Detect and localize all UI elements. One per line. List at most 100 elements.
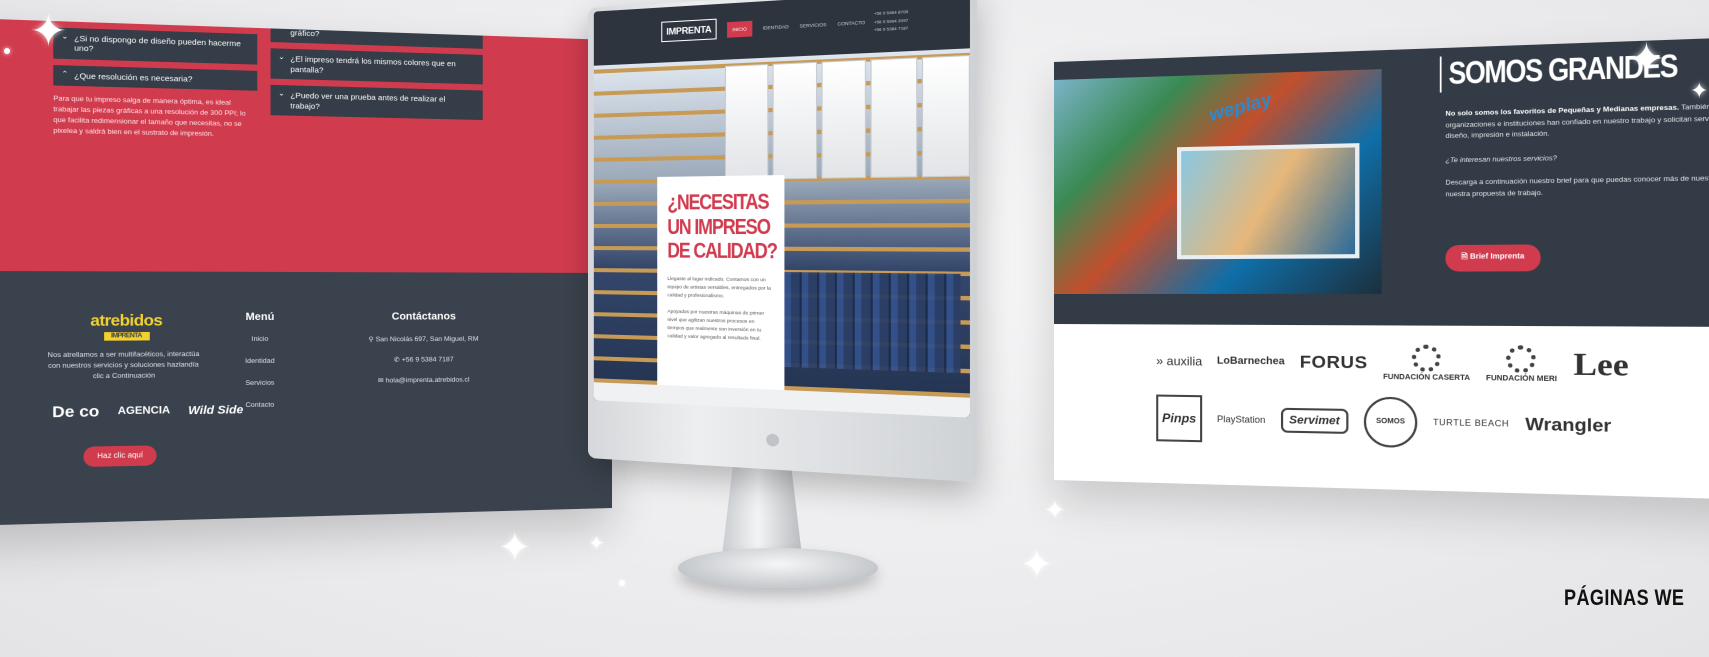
sparkle-icon: ✦ <box>588 534 605 554</box>
menu-title: Menú <box>245 312 275 324</box>
faq-column-right: gráfico? ⌄ ¿El impreso tendrá los mismos… <box>271 35 483 126</box>
partner-logo-deco: De co <box>52 405 99 421</box>
nav-link-identidad[interactable]: IDENTIDAD <box>763 24 789 31</box>
email-text: hola@imprenta.atrebidos.cl <box>386 376 470 384</box>
monitor-stand-base <box>678 548 878 588</box>
location-icon: ⚲ <box>369 336 376 343</box>
nav-link-contacto[interactable]: CONTACTO <box>837 20 865 27</box>
sparkle-icon: ✦ <box>1628 38 1665 82</box>
left-website-panel: ⌄ ¿Si no dispongo de diseño pueden hacer… <box>0 18 612 527</box>
question-text: ¿Te interesan nuestros servicios? <box>1445 149 1709 167</box>
faq-item[interactable]: ⌄ ¿El impreso tendrá los mismos colores … <box>271 49 483 85</box>
screen-bezel: IMPRENTA INICIO IDENTIDAD SERVICIOS CONT… <box>594 0 970 418</box>
client-logo-text: FUNDACIÓN CASERTA <box>1383 374 1470 382</box>
nav-links: INICIO IDENTIDAD SERVICIOS CONTACTO <box>727 14 865 37</box>
partner-logo-wild-side: Wild Side <box>188 405 243 417</box>
client-logo-text: auxilia <box>1167 354 1203 369</box>
client-logo-pinps: Pinps <box>1156 394 1202 442</box>
chevron-up-icon: ⌃ <box>61 70 68 80</box>
menu-link-contacto[interactable]: Contacto <box>245 401 275 409</box>
logo-row-2: Pinps PlayStation Servimet SOMOS TURTLE … <box>1156 393 1709 455</box>
menu-link-identidad[interactable]: Identidad <box>245 358 275 366</box>
chevron-down-icon: ⌄ <box>278 54 284 63</box>
brief-download-button[interactable]: 🗎 Brief Imprenta <box>1445 244 1540 271</box>
brand-name: atrebidos <box>90 312 162 330</box>
faq-item-open[interactable]: ⌃ ¿Que resolución es necesaria? <box>53 65 257 91</box>
sparkle-icon: ✦ <box>30 10 67 54</box>
document-icon: 🗎 <box>1461 253 1470 260</box>
page-caption: PÁGINAS WE <box>1564 585 1684 611</box>
client-logo-servimet: Servimet <box>1280 407 1348 433</box>
menu-link-inicio[interactable]: Inicio <box>245 336 275 343</box>
sparkle-icon: ✦ <box>498 528 532 568</box>
client-logo-turtle-beach: TURTLE BEACH <box>1433 418 1509 429</box>
faq-question: ¿Si no dispongo de diseño pueden hacerme… <box>74 34 241 54</box>
store-photo: weplay <box>1054 69 1382 294</box>
nav-phones: +56 9 5464 8705 +56 9 5994 2097 +56 9 53… <box>874 8 908 35</box>
nav-link-inicio[interactable]: INICIO <box>727 21 752 38</box>
photo-screen-art <box>1177 143 1359 259</box>
client-logo-lobarnechea: LoBarnechea <box>1217 356 1285 368</box>
client-logo-text: FUNDACIÓN MERI <box>1486 375 1557 383</box>
hero-paragraph-2: Apoyados por nuestras máquinas de primer… <box>667 309 773 345</box>
address-text: San Nicolás 697, San Miguel, RM <box>376 336 479 344</box>
hero-card: ¿NECESITAS UN IMPRESO DE CALIDAD? Llegas… <box>657 175 784 418</box>
nav-phone[interactable]: +56 9 5384 7187 <box>874 24 908 34</box>
sparkle-dot <box>4 48 10 54</box>
contact-email[interactable]: ✉ hola@imprenta.atrebidos.cl <box>338 375 507 385</box>
sparkle-icon: ✦ <box>1020 545 1054 585</box>
partner-logos: De co AGENCIA Wild Side <box>52 403 243 421</box>
faq-section: ⌄ ¿Si no dispongo de diseño pueden hacer… <box>0 18 612 273</box>
partner-logo-agencia: AGENCIA <box>118 406 170 417</box>
faq-answer: Para que tu impreso salga de manera ópti… <box>53 94 246 141</box>
nav-link-servicios[interactable]: SERVICIOS <box>800 22 827 29</box>
contact-title: Contáctanos <box>338 311 507 323</box>
client-logo-wrangler: Wrangler <box>1525 414 1611 437</box>
faq-item[interactable]: ⌄ ¿Si no dispongo de diseño pueden hacer… <box>53 27 257 64</box>
sparkle-icon: ✦ <box>1690 80 1708 102</box>
hero-photo-shelves <box>757 272 961 373</box>
faq-question: ¿El impreso tendrá los mismos colores qu… <box>290 54 455 74</box>
hero-section: ¿NECESITAS UN IMPRESO DE CALIDAD? Llegas… <box>594 48 970 417</box>
client-logo-meri: FUNDACIÓN MERI <box>1486 345 1557 384</box>
contact-address: ⚲ San Nicolás 697, San Miguel, RM <box>338 334 507 343</box>
mail-icon: ✉ <box>378 377 386 384</box>
client-logo-somos: SOMOS <box>1364 396 1417 447</box>
footer-contact: Contáctanos ⚲ San Nicolás 697, San Migue… <box>338 311 507 397</box>
apple-logo-icon <box>766 433 779 446</box>
client-logo-caserta: FUNDACIÓN CASERTA <box>1383 344 1470 383</box>
logo-row-1: » auxilia LoBarnechea FORUS FUNDACIÓN CA… <box>1156 343 1709 387</box>
faq-item[interactable]: ⌄ ¿Puedo ver una prueba antes de realiza… <box>271 85 483 120</box>
brand-logo[interactable]: atrebidos IMPRENTA <box>90 312 162 341</box>
imac-mockup: IMPRENTA INICIO IDENTIDAD SERVICIOS CONT… <box>588 8 950 600</box>
client-logos: » auxilia LoBarnechea FORUS FUNDACIÓN CA… <box>1156 343 1709 471</box>
section-text: No solo somos los favoritos de Pequeñas … <box>1445 100 1709 201</box>
showcase-stage: ⌄ ¿Si no dispongo de diseño pueden hacer… <box>0 0 1709 657</box>
faq-item[interactable]: gráfico? <box>271 22 483 49</box>
client-logo-forus: FORUS <box>1300 352 1368 374</box>
cta-button[interactable]: Haz clic aquí <box>83 445 156 467</box>
site-logo[interactable]: IMPRENTA <box>661 19 716 43</box>
brief-button-label: Brief Imprenta <box>1470 253 1524 261</box>
chevron-down-icon: ⌄ <box>278 90 284 99</box>
client-logo-auxilia: » auxilia <box>1156 354 1202 369</box>
contact-phone[interactable]: ✆ +56 9 5384 7187 <box>338 355 507 365</box>
footer: atrebidos IMPRENTA Nos atrellamos a ser … <box>0 271 612 526</box>
hero-paragraph-1: Llegaste al lugar indicado. Contamos con… <box>667 275 773 302</box>
brand-tag: IMPRENTA <box>104 332 150 341</box>
faq-column-left: ⌄ ¿Si no dispongo de diseño pueden hacer… <box>53 27 257 141</box>
monitor-screen: IMPRENTA INICIO IDENTIDAD SERVICIOS CONT… <box>588 0 977 482</box>
client-logo-lee: Lee <box>1573 347 1628 384</box>
right-website-panel: weplay SOMOS GRANDES No solo somos los f… <box>1054 35 1709 501</box>
footer-description: Nos atrellamos a ser multifacéticos, int… <box>46 350 200 383</box>
sparkle-icon: ✦ <box>1044 497 1066 523</box>
phone-icon: ✆ <box>394 357 402 364</box>
faq-question: gráfico? <box>290 28 319 38</box>
sparkle-dot <box>619 580 625 586</box>
meri-emblem-icon <box>1506 345 1536 373</box>
hero-photo-boxes <box>725 55 970 180</box>
faq-question: ¿Puedo ver una prueba antes de realizar … <box>290 91 445 111</box>
caserta-emblem-icon <box>1412 345 1441 373</box>
menu-link-servicios[interactable]: Servicios <box>245 379 275 387</box>
download-text: Descarga a continuación nuestro brief pa… <box>1445 172 1709 201</box>
